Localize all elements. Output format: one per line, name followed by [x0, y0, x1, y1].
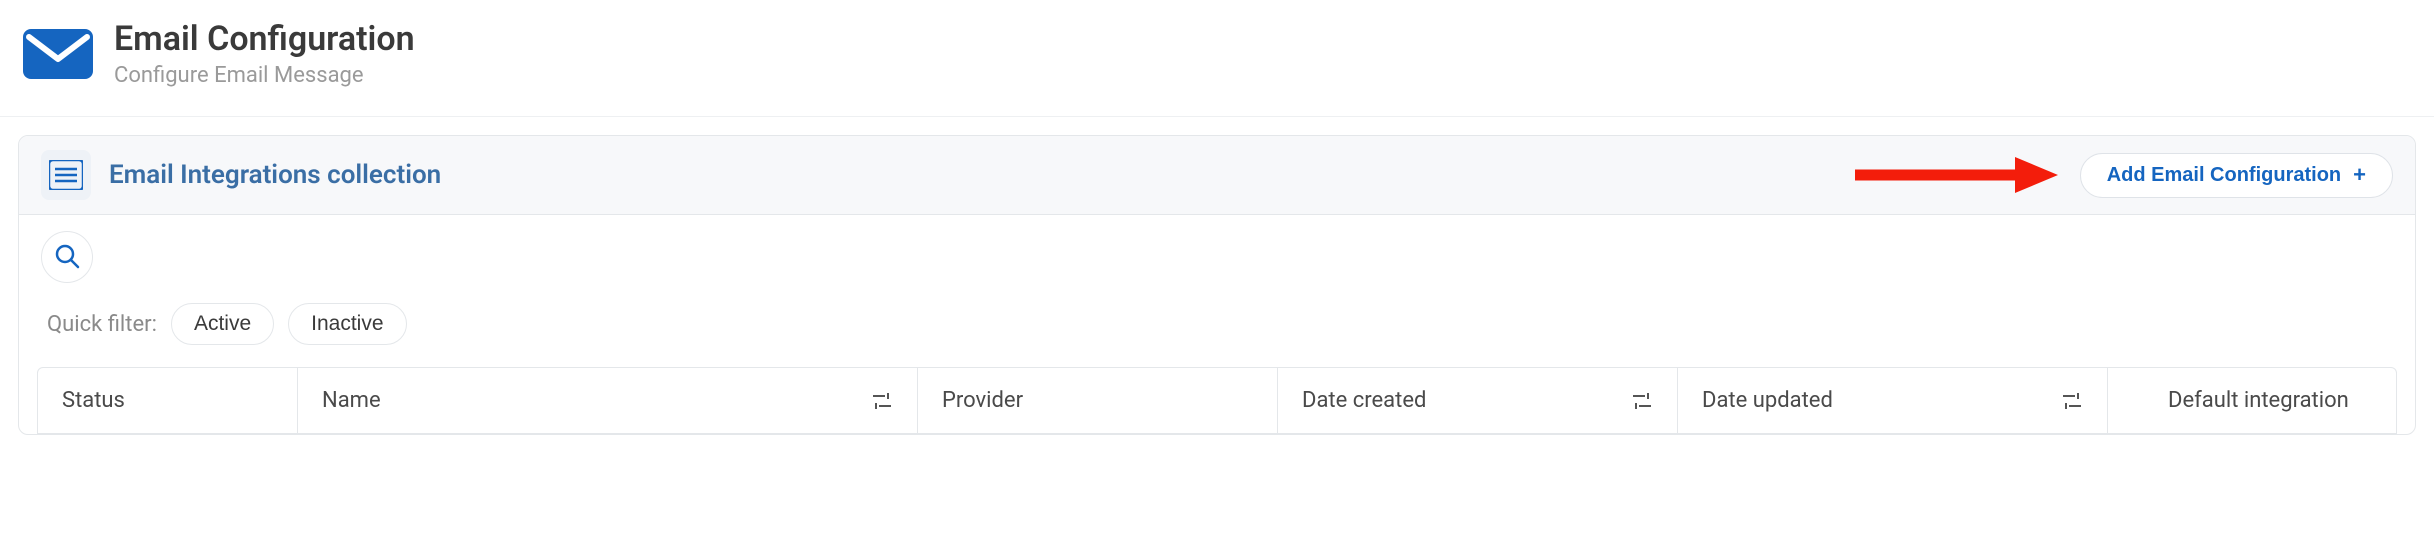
page-header-text: Email Configuration Configure Email Mess…	[114, 20, 415, 88]
column-header-name[interactable]: Name	[298, 368, 918, 433]
column-label: Date created	[1302, 388, 1426, 413]
column-label: Name	[322, 388, 381, 413]
email-icon	[20, 24, 96, 84]
column-header-default-integration[interactable]: Default integration	[2108, 368, 2396, 433]
filter-icon[interactable]	[871, 391, 893, 411]
column-label: Default integration	[2168, 388, 2349, 413]
table-header-row: Status Name Provider Date created Date u…	[37, 367, 2397, 434]
email-integrations-panel: Email Integrations collection Add Email …	[18, 135, 2416, 435]
add-button-label: Add Email Configuration	[2107, 164, 2341, 187]
search-button[interactable]	[41, 231, 93, 283]
list-icon	[41, 150, 91, 200]
column-header-date-updated[interactable]: Date updated	[1678, 368, 2108, 433]
filter-icon[interactable]	[1631, 391, 1653, 411]
quick-filter-chip-active[interactable]: Active	[171, 303, 274, 345]
column-header-date-created[interactable]: Date created	[1278, 368, 1678, 433]
column-label: Provider	[942, 388, 1023, 413]
panel-title: Email Integrations collection	[109, 160, 441, 190]
panel-header-right: Add Email Configuration +	[1850, 153, 2393, 198]
page-subtitle: Configure Email Message	[114, 63, 415, 88]
panel-toolbar	[19, 215, 2415, 291]
add-email-configuration-button[interactable]: Add Email Configuration +	[2080, 153, 2393, 198]
column-header-status[interactable]: Status	[38, 368, 298, 433]
page-header: Email Configuration Configure Email Mess…	[0, 0, 2434, 117]
search-icon	[54, 243, 80, 272]
quick-filter-chip-inactive[interactable]: Inactive	[288, 303, 406, 345]
plus-icon: +	[2353, 164, 2366, 186]
quick-filter-label: Quick filter:	[47, 312, 157, 337]
quick-filter-row: Quick filter: Active Inactive	[19, 291, 2415, 367]
filter-icon[interactable]	[2061, 391, 2083, 411]
page-title: Email Configuration	[114, 20, 415, 59]
column-label: Date updated	[1702, 388, 1833, 413]
panel-header: Email Integrations collection Add Email …	[19, 136, 2415, 215]
integrations-table: Status Name Provider Date created Date u…	[19, 367, 2415, 434]
annotation-arrow-icon	[1850, 155, 2060, 195]
panel-header-left: Email Integrations collection	[41, 150, 441, 200]
column-label: Status	[62, 388, 125, 413]
column-header-provider[interactable]: Provider	[918, 368, 1278, 433]
